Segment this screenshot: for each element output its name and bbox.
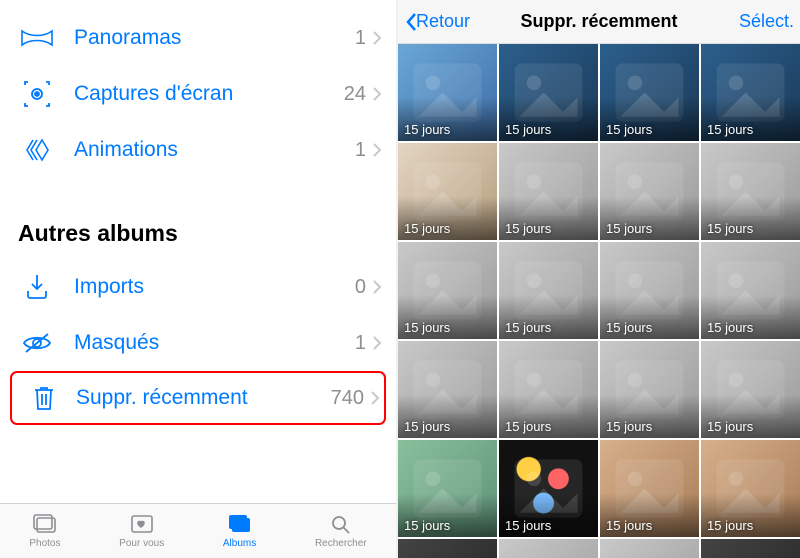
nav-bar: Retour Suppr. récemment Sélect.: [398, 0, 800, 44]
album-count: 0: [355, 276, 366, 299]
days-remaining-label: 15 jours: [606, 419, 652, 434]
photo-thumbnail[interactable]: 15 jours: [701, 539, 800, 558]
chevron-right-icon: [372, 30, 382, 46]
albums-screen: Panoramas 1 Captures d'écran 24 Animatio…: [0, 0, 398, 558]
photo-thumbnail[interactable]: 15 jours: [499, 143, 598, 240]
album-label: Imports: [74, 275, 355, 299]
album-row-panoramas[interactable]: Panoramas 1: [0, 10, 396, 66]
photo-grid: 15 jours15 jours15 jours15 jours15 jours…: [398, 44, 800, 558]
photo-thumbnail[interactable]: 15 jours: [600, 242, 699, 339]
photo-thumbnail[interactable]: 15 jours: [499, 242, 598, 339]
photo-thumbnail[interactable]: 15 jours: [600, 539, 699, 558]
album-count: 24: [344, 83, 366, 106]
album-count: 1: [355, 332, 366, 355]
panorama-icon: [0, 28, 74, 48]
photo-thumbnail[interactable]: 15 jours: [600, 341, 699, 438]
days-remaining-label: 15 jours: [404, 221, 450, 236]
album-row-recently-deleted[interactable]: Suppr. récemment 740: [10, 371, 386, 425]
photo-thumbnail[interactable]: 15 jours: [499, 44, 598, 141]
days-remaining-label: 15 jours: [606, 518, 652, 533]
days-remaining-label: 15 jours: [404, 518, 450, 533]
photo-thumbnail[interactable]: 15 jours: [499, 539, 598, 558]
photo-thumbnail[interactable]: 15 jours: [701, 143, 800, 240]
album-count: 1: [355, 139, 366, 162]
album-row-animations[interactable]: Animations 1: [0, 122, 396, 178]
album-row-imports[interactable]: Imports 0: [0, 259, 396, 315]
photo-thumbnail[interactable]: 15 jours: [398, 143, 497, 240]
recently-deleted-screen: Retour Suppr. récemment Sélect. 15 jours…: [398, 0, 800, 558]
tab-photos[interactable]: Photos: [29, 513, 60, 549]
days-remaining-label: 15 jours: [505, 221, 551, 236]
tab-bar: Photos Pour vous Albums Rechercher: [0, 503, 396, 558]
album-label: Animations: [74, 138, 355, 162]
tab-label: Rechercher: [315, 538, 367, 549]
days-remaining-label: 15 jours: [707, 419, 753, 434]
back-label: Retour: [416, 11, 470, 32]
chevron-right-icon: [370, 390, 380, 406]
photo-thumbnail[interactable]: 15 jours: [398, 440, 497, 537]
photo-thumbnail[interactable]: 15 jours: [600, 44, 699, 141]
tab-albums[interactable]: Albums: [223, 513, 256, 549]
photo-thumbnail[interactable]: 15 jours: [398, 341, 497, 438]
days-remaining-label: 15 jours: [707, 221, 753, 236]
days-remaining-label: 15 jours: [404, 419, 450, 434]
tab-for-you[interactable]: Pour vous: [119, 513, 164, 549]
album-label: Panoramas: [74, 26, 355, 50]
photo-thumbnail[interactable]: 15 jours: [398, 242, 497, 339]
days-remaining-label: 15 jours: [505, 320, 551, 335]
back-button[interactable]: Retour: [404, 11, 470, 33]
days-remaining-label: 15 jours: [505, 122, 551, 137]
select-button[interactable]: Sélect.: [739, 11, 794, 32]
days-remaining-label: 15 jours: [404, 320, 450, 335]
album-row-hidden[interactable]: Masqués 1: [0, 315, 396, 371]
import-icon: [0, 273, 74, 301]
tab-label: Photos: [29, 538, 60, 549]
photo-thumbnail[interactable]: 15 jours: [701, 440, 800, 537]
album-count: 740: [331, 387, 364, 410]
photo-thumbnail[interactable]: 15 jours: [398, 44, 497, 141]
albums-list: Panoramas 1 Captures d'écran 24 Animatio…: [0, 0, 396, 503]
days-remaining-label: 15 jours: [707, 122, 753, 137]
photo-thumbnail[interactable]: 15 jours: [499, 440, 598, 537]
tab-label: Pour vous: [119, 538, 164, 549]
trash-icon: [12, 384, 76, 412]
days-remaining-label: 15 jours: [505, 419, 551, 434]
days-remaining-label: 15 jours: [707, 518, 753, 533]
animations-icon: [0, 137, 74, 163]
chevron-right-icon: [372, 279, 382, 295]
photo-thumbnail[interactable]: 15 jours: [701, 44, 800, 141]
photo-thumbnail[interactable]: 15 jours: [600, 440, 699, 537]
days-remaining-label: 15 jours: [606, 122, 652, 137]
days-remaining-label: 15 jours: [505, 518, 551, 533]
section-header-other-albums: Autres albums: [0, 178, 396, 259]
screenshot-icon: [0, 79, 74, 109]
tab-label: Albums: [223, 538, 256, 549]
photo-thumbnail[interactable]: 15 jours: [701, 341, 800, 438]
chevron-right-icon: [372, 86, 382, 102]
photo-thumbnail[interactable]: 15 jours: [398, 539, 497, 558]
album-label: Captures d'écran: [74, 82, 344, 106]
days-remaining-label: 15 jours: [606, 221, 652, 236]
album-label: Suppr. récemment: [76, 386, 331, 410]
days-remaining-label: 15 jours: [606, 320, 652, 335]
album-count: 1: [355, 27, 366, 50]
photo-thumbnail[interactable]: 15 jours: [701, 242, 800, 339]
photo-thumbnail[interactable]: 15 jours: [600, 143, 699, 240]
chevron-right-icon: [372, 142, 382, 158]
hidden-icon: [0, 331, 74, 355]
days-remaining-label: 15 jours: [707, 320, 753, 335]
chevron-right-icon: [372, 335, 382, 351]
tab-search[interactable]: Rechercher: [315, 513, 367, 549]
album-row-screenshots[interactable]: Captures d'écran 24: [0, 66, 396, 122]
days-remaining-label: 15 jours: [404, 122, 450, 137]
photo-thumbnail[interactable]: 15 jours: [499, 341, 598, 438]
album-label: Masqués: [74, 331, 355, 355]
